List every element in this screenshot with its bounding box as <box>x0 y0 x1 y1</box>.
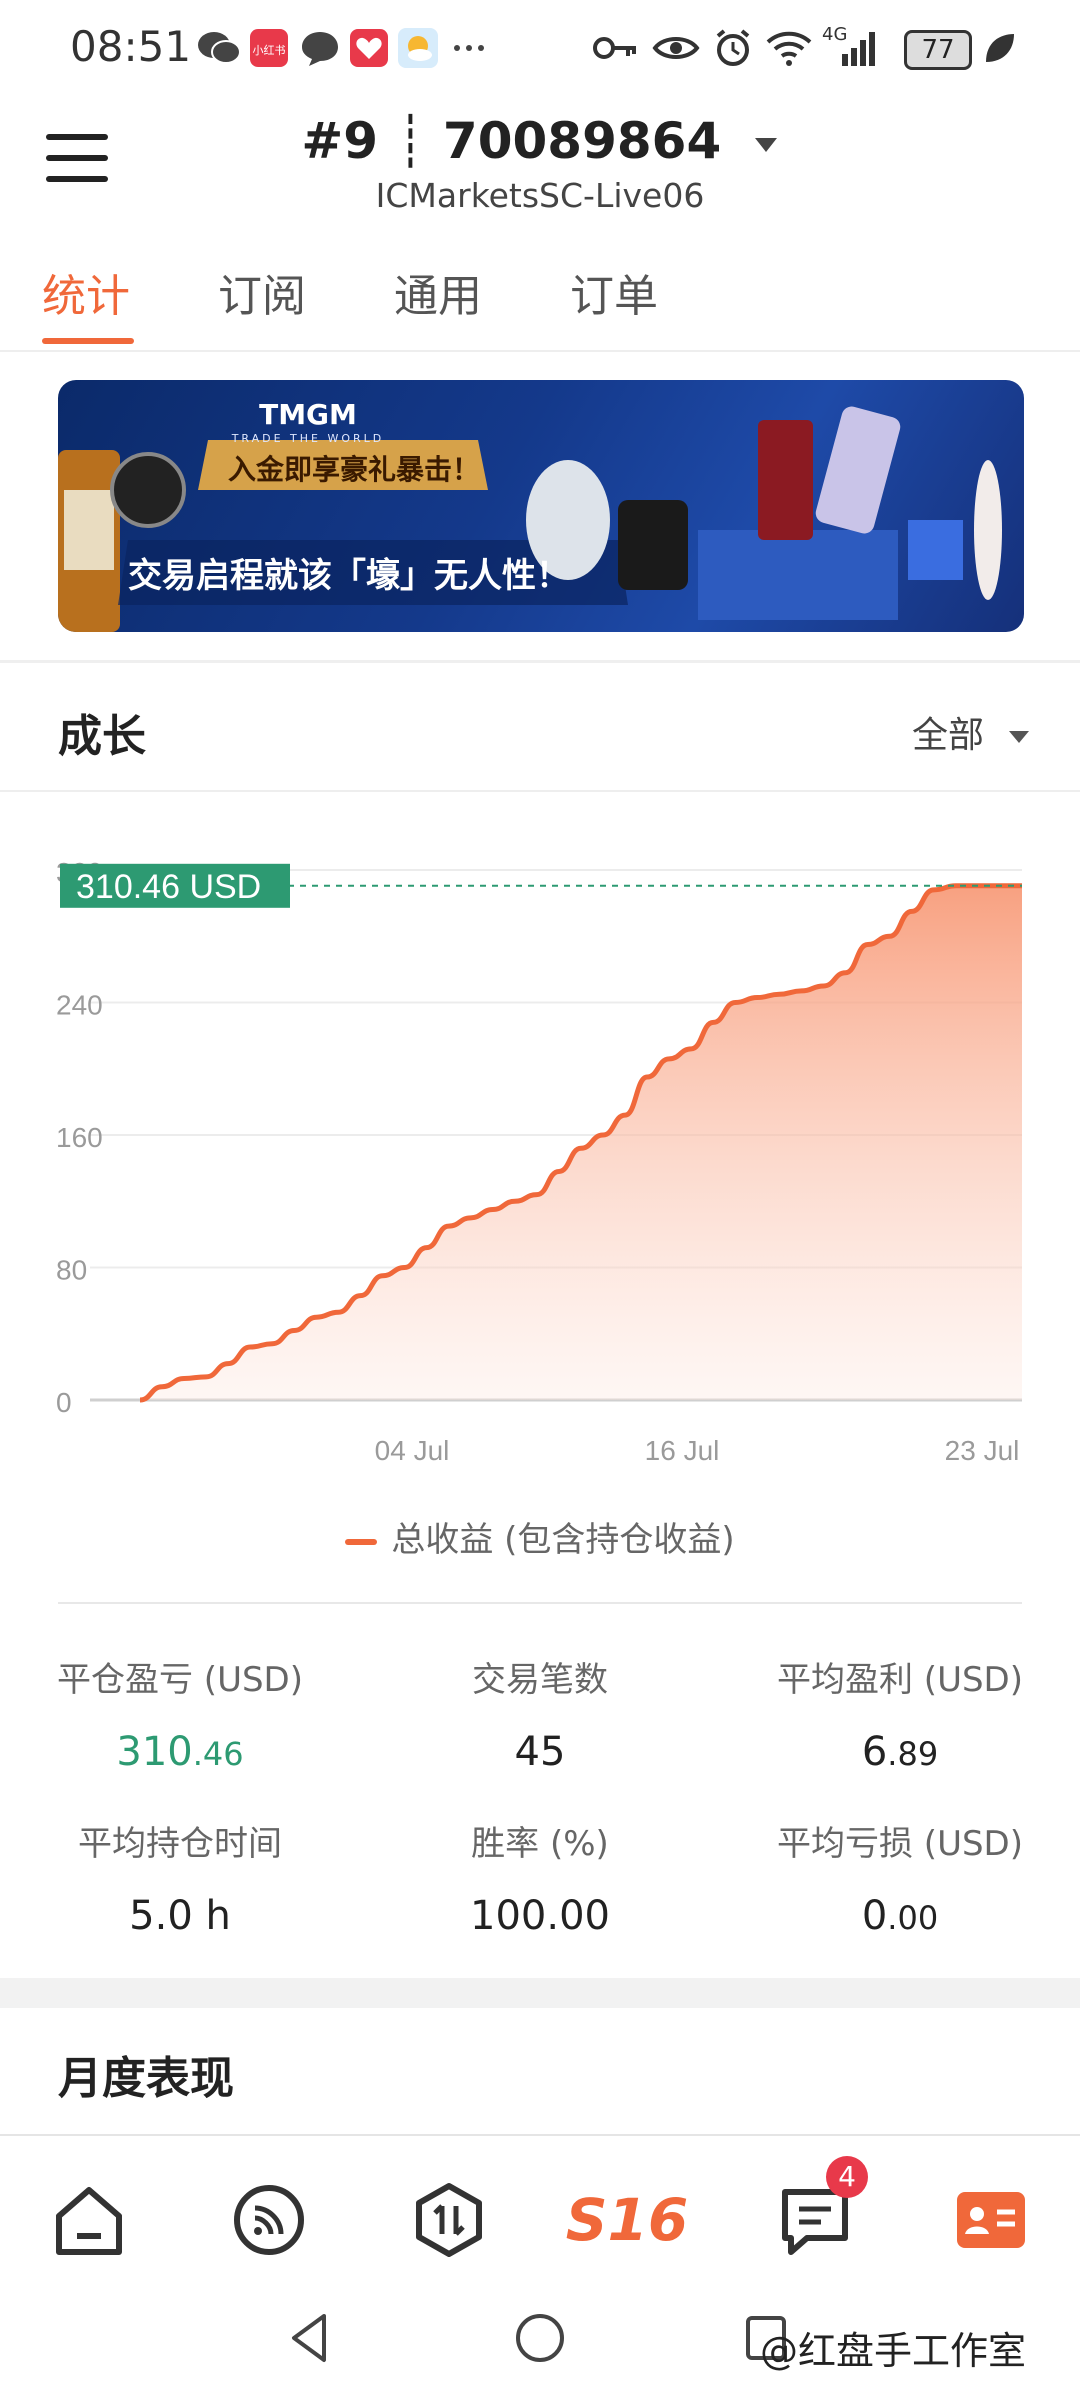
stat-item: 交易笔数 45 <box>360 1652 720 1775</box>
stat-item: 平均亏损 (USD) 0.00 <box>720 1816 1080 1939</box>
account-selector[interactable]: #9 ┊ 70089864 <box>0 112 1080 170</box>
banner-headline-1: 入金即享豪礼暴击！ <box>228 453 481 486</box>
promo-banner[interactable]: TMGM TRADE THE WORLD 入金即享豪礼暴击！ 交易启程就该「壕」… <box>58 380 1024 632</box>
key-icon <box>593 37 636 59</box>
stat-item: 平仓盈亏 (USD) 310.46 <box>0 1652 360 1775</box>
divider <box>58 1602 1022 1604</box>
tab-orders[interactable]: 订单 <box>570 260 658 324</box>
home-icon <box>56 2187 122 2255</box>
stat-value: 100.00 <box>470 1893 610 1939</box>
nav-profile[interactable] <box>946 2175 1036 2265</box>
stat-label: 胜率 (%) <box>471 1824 609 1864</box>
signal-icon <box>842 32 875 66</box>
x-tick-label: 04 Jul <box>375 1435 450 1466</box>
growth-filter-dropdown[interactable]: 全部 <box>912 706 1031 758</box>
wifi-icon <box>766 31 812 66</box>
stat-label: 交易笔数 <box>472 1660 608 1700</box>
stat-value: 6.89 <box>861 1729 939 1775</box>
xiaohongshu-icon: 小红书 <box>250 29 288 67</box>
current-value-label: 310.46 USD <box>76 868 261 906</box>
heart-app-icon <box>350 29 388 67</box>
active-tab-indicator <box>42 338 134 344</box>
x-tick-label: 23 Jul <box>945 1435 1020 1466</box>
growth-area <box>140 885 1022 1400</box>
eye-icon <box>652 37 700 59</box>
stat-label: 平均盈利 (USD) <box>777 1660 1023 1700</box>
more-dots-icon <box>454 45 484 51</box>
message-bubble-icon <box>302 32 338 66</box>
stat-value: 310.46 <box>116 1729 244 1775</box>
messages-badge: 4 <box>826 2156 868 2198</box>
growth-title: 成长 <box>58 711 146 762</box>
stat-label: 平仓盈亏 (USD) <box>57 1660 303 1700</box>
account-server: ICMarketsSC-Live06 <box>375 176 705 215</box>
stat-item: 平均持仓时间 5.0 h <box>0 1816 360 1939</box>
dropdown-arrow-icon <box>754 137 777 152</box>
alarm-icon <box>716 29 750 66</box>
stat-value: 0.00 <box>861 1893 939 1939</box>
divider <box>0 2134 1080 2136</box>
banner-headline-2: 交易启程就该「壕」无人性！ <box>128 556 570 596</box>
chart-legend: 总收益 (包含持仓收益) <box>0 1512 1080 1561</box>
weather-icon <box>398 28 438 68</box>
nav-feed[interactable] <box>224 2175 314 2265</box>
growth-filter-label: 全部 <box>912 715 985 756</box>
x-tick-label: 16 Jul <box>645 1435 720 1466</box>
y-tick-label: 160 <box>56 1122 103 1153</box>
battery-indicator: 77 <box>904 30 972 70</box>
stat-item: 胜率 (%) 100.00 <box>360 1816 720 1939</box>
stat-value: 5.0 h <box>129 1893 231 1939</box>
signal-feed-icon <box>234 2185 304 2255</box>
growth-chart[interactable]: 08016024032004 Jul16 Jul23 Jul 310.46 US… <box>0 820 1080 1500</box>
wechat-icon <box>198 32 241 64</box>
legend-swatch <box>345 1538 378 1545</box>
trade-icon <box>416 2183 482 2257</box>
nav-home[interactable] <box>44 2175 134 2265</box>
nav-trade[interactable] <box>404 2175 494 2265</box>
y-tick-label: 0 <box>56 1387 72 1418</box>
stat-label: 平均亏损 (USD) <box>777 1824 1023 1864</box>
monthly-title: 月度表现 <box>58 2053 234 2104</box>
stat-item: 平均盈利 (USD) 6.89 <box>720 1652 1080 1775</box>
stat-value: 45 <box>514 1729 566 1775</box>
back-icon[interactable] <box>282 2310 338 2366</box>
brand-logo: S16 <box>565 2186 689 2254</box>
stat-label: 平均持仓时间 <box>78 1824 282 1864</box>
banner-brand: TMGM <box>259 398 357 431</box>
tab-statistics[interactable]: 统计 <box>42 260 130 324</box>
y-tick-label: 80 <box>56 1255 87 1286</box>
leaf-icon <box>986 34 1014 62</box>
divider <box>0 350 1080 352</box>
legend-label: 总收益 (包含持仓收益) <box>391 1520 735 1560</box>
nav-brand[interactable]: S16 <box>562 2175 692 2265</box>
y-tick-label: 240 <box>56 990 103 1021</box>
banner-tagline: TRADE THE WORLD <box>231 432 385 445</box>
home-circle-icon[interactable] <box>512 2310 568 2366</box>
tab-subscription[interactable]: 订阅 <box>218 260 306 324</box>
status-bar: 08:51 小红书 4G 77 <box>0 0 1080 100</box>
tab-general[interactable]: 通用 <box>394 260 482 324</box>
section-gap <box>0 1978 1080 2008</box>
divider <box>0 660 1080 663</box>
profile-card-icon <box>957 2192 1025 2248</box>
svg-text:小红书: 小红书 <box>253 44 286 57</box>
dropdown-arrow-icon <box>1009 731 1030 743</box>
account-title: #9 ┊ 70089864 <box>301 112 722 170</box>
divider <box>0 790 1080 792</box>
watermark: @红盘手工作室 <box>760 2329 1027 2373</box>
status-time: 08:51 <box>70 22 192 71</box>
